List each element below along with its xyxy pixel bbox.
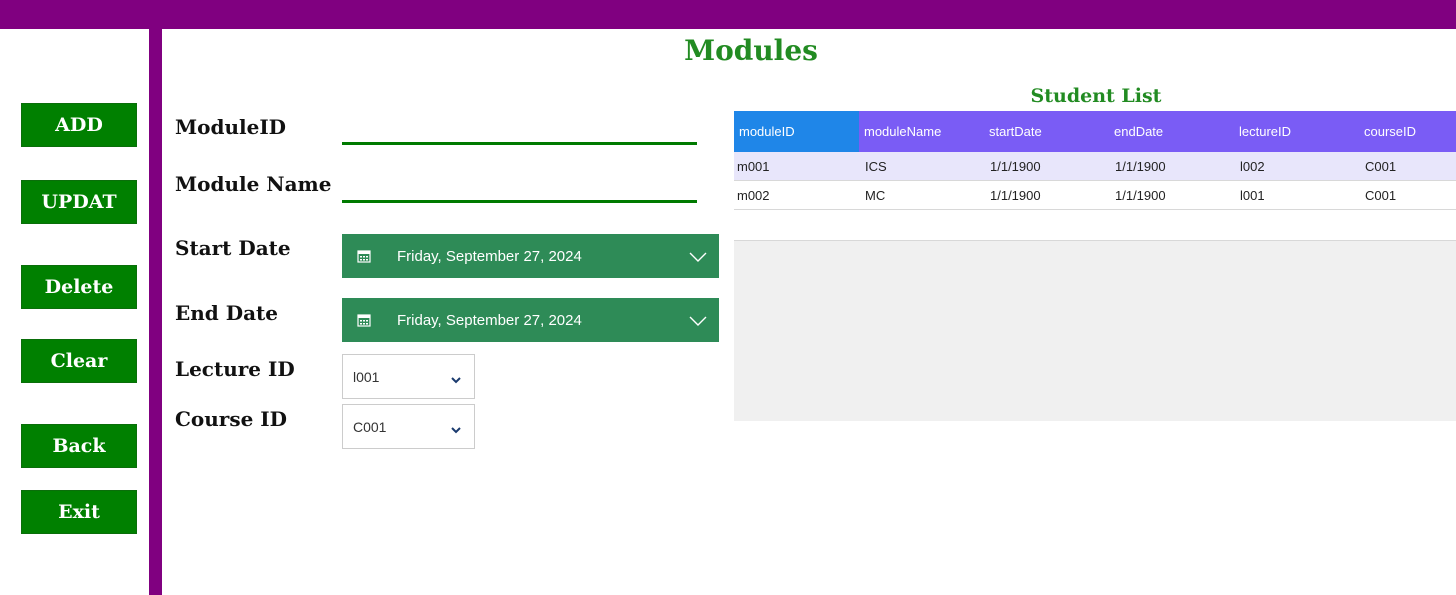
module-name-input[interactable]	[342, 180, 697, 203]
chevron-down-icon[interactable]	[689, 314, 707, 326]
cell-startdate: 1/1/1900	[990, 159, 1041, 174]
module-id-label: ModuleID	[175, 115, 287, 139]
page-title: Modules	[684, 34, 818, 67]
cell-moduleid: m001	[737, 159, 770, 174]
delete-button[interactable]: Delete	[21, 265, 137, 309]
back-button[interactable]: Back	[21, 424, 137, 468]
clear-button[interactable]: Clear	[21, 339, 137, 383]
lecture-id-label: Lecture ID	[175, 357, 295, 381]
cell-modulename: ICS	[865, 159, 887, 174]
column-header-startdate[interactable]: startDate	[984, 111, 1109, 152]
module-id-input[interactable]	[342, 122, 697, 145]
column-header-lectureid[interactable]: lectureID	[1234, 111, 1359, 152]
column-header-moduleid[interactable]: moduleID	[734, 111, 859, 152]
cell-enddate: 1/1/1900	[1115, 159, 1166, 174]
add-button[interactable]: ADD	[21, 103, 137, 147]
cell-courseid: C001	[1365, 159, 1397, 174]
chevron-down-icon[interactable]	[450, 422, 462, 433]
lecture-id-select[interactable]: l001	[342, 354, 475, 399]
module-name-label: Module Name	[175, 172, 332, 196]
column-header-courseid[interactable]: courseID	[1359, 111, 1456, 152]
cell-modulename: MC	[865, 188, 886, 203]
cell-enddate: 1/1/1900	[1115, 188, 1166, 203]
start-date-value: Friday, September 27, 2024	[397, 247, 582, 265]
sidebar-divider	[149, 29, 162, 595]
column-header-modulename[interactable]: moduleName	[859, 111, 984, 152]
cell-lectureid: l001	[1240, 188, 1265, 203]
calendar-icon	[357, 249, 371, 263]
start-date-picker[interactable]: Friday, September 27, 2024	[342, 234, 719, 278]
cell-lectureid: l002	[1240, 159, 1265, 174]
cell-courseid: C001	[1365, 188, 1397, 203]
calendar-icon	[357, 313, 371, 327]
chevron-down-icon[interactable]	[689, 250, 707, 262]
course-id-label: Course ID	[175, 407, 287, 431]
course-id-value: C001	[353, 418, 387, 435]
column-header-enddate[interactable]: endDate	[1109, 111, 1234, 152]
new-row[interactable]	[734, 210, 1456, 241]
grid-title: Student List	[1030, 85, 1162, 107]
cell-startdate: 1/1/1900	[990, 188, 1041, 203]
update-button[interactable]: UPDAT	[21, 180, 137, 224]
title-bar	[0, 0, 1456, 29]
end-date-picker[interactable]: Friday, September 27, 2024	[342, 298, 719, 342]
chevron-down-icon[interactable]	[450, 372, 462, 383]
student-list-grid[interactable]: moduleID moduleName startDate endDate le…	[734, 111, 1456, 421]
lecture-id-value: l001	[353, 368, 380, 385]
exit-button[interactable]: Exit	[21, 490, 137, 534]
end-date-value: Friday, September 27, 2024	[397, 311, 582, 329]
course-id-select[interactable]: C001	[342, 404, 475, 449]
table-row[interactable]: m001 ICS 1/1/1900 1/1/1900 l002 C001	[734, 152, 1456, 181]
grid-header: moduleID moduleName startDate endDate le…	[734, 111, 1456, 152]
cell-moduleid: m002	[737, 188, 770, 203]
end-date-label: End Date	[175, 301, 278, 325]
table-row[interactable]: m002 MC 1/1/1900 1/1/1900 l001 C001	[734, 181, 1456, 210]
start-date-label: Start Date	[175, 236, 291, 260]
